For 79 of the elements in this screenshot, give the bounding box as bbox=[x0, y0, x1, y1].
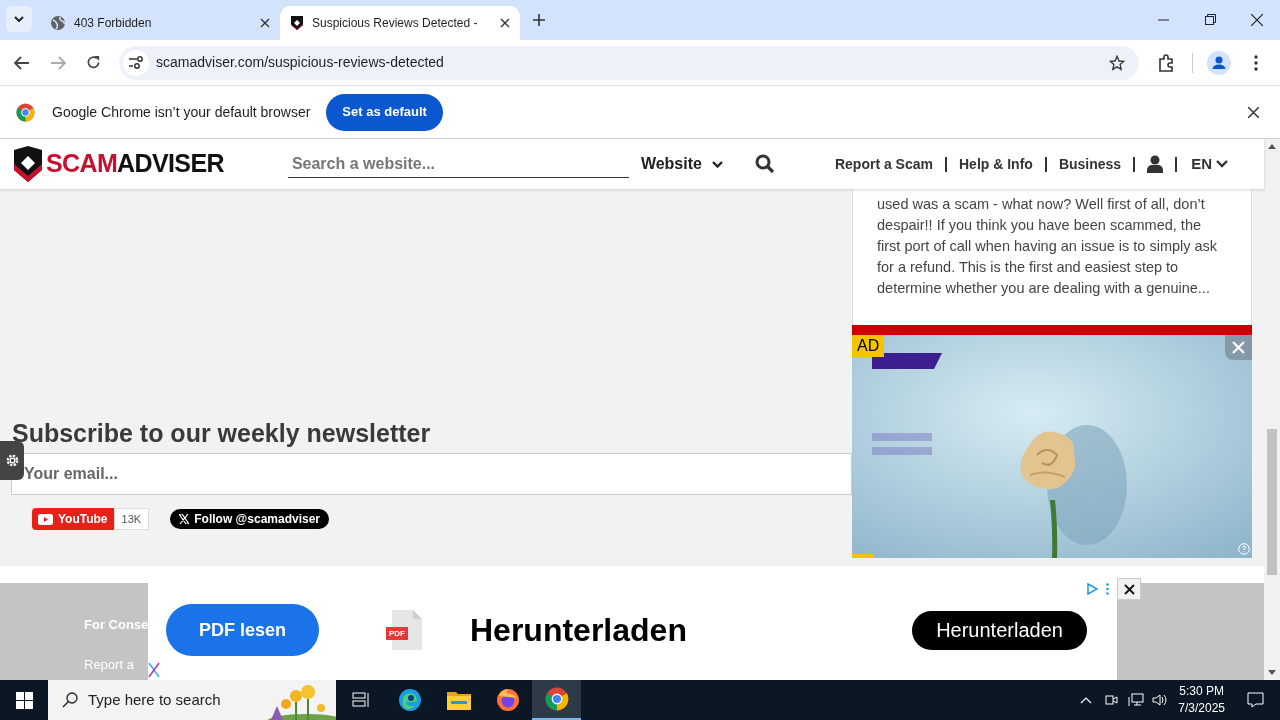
close-ad-button[interactable] bbox=[1225, 335, 1252, 360]
close-banner-button[interactable] bbox=[1117, 578, 1141, 600]
chrome-icon bbox=[544, 687, 569, 711]
download-button[interactable]: Herunterladen bbox=[912, 610, 1087, 650]
site-settings-icon[interactable] bbox=[128, 55, 144, 70]
profile-icon[interactable] bbox=[1207, 50, 1231, 75]
chevron-up-icon[interactable] bbox=[1080, 696, 1093, 704]
settings-tab[interactable] bbox=[0, 441, 24, 480]
scrollbar[interactable] bbox=[1264, 139, 1280, 680]
notifications-icon[interactable] bbox=[1247, 692, 1264, 708]
reload-icon[interactable] bbox=[86, 55, 101, 70]
shield-logo-icon bbox=[14, 146, 42, 182]
chevron-down-icon bbox=[1215, 160, 1228, 168]
back-icon[interactable] bbox=[14, 55, 30, 70]
restore-icon[interactable] bbox=[1205, 14, 1216, 25]
chevron-down-icon bbox=[711, 160, 723, 168]
edge-browser-icon bbox=[397, 688, 422, 712]
search-icon bbox=[62, 692, 78, 708]
address-bar[interactable]: scamadviser.com/suspicious-reviews-detected bbox=[119, 45, 1139, 80]
nav-link[interactable]: Business bbox=[1058, 153, 1122, 175]
scroll-down-icon[interactable] bbox=[1268, 670, 1276, 675]
forward-icon bbox=[50, 55, 66, 70]
tab-search-button[interactable] bbox=[6, 6, 32, 32]
task-view-icon bbox=[351, 692, 370, 708]
gear-icon bbox=[4, 453, 20, 468]
ad-headline: Herunterladen bbox=[470, 611, 687, 650]
adchoices-icon[interactable] bbox=[1087, 583, 1098, 595]
firefox-icon bbox=[495, 688, 520, 712]
bookmark-star-icon[interactable] bbox=[1109, 54, 1125, 71]
chrome-logo-icon bbox=[16, 102, 35, 122]
set-default-button[interactable]: Set as default bbox=[326, 93, 443, 131]
scroll-up-icon[interactable] bbox=[1268, 144, 1276, 149]
website-search-field[interactable]: Search a website... bbox=[287, 150, 629, 178]
close-tab-icon[interactable] bbox=[260, 18, 270, 28]
browser-tab[interactable]: 403 Forbidden bbox=[40, 6, 280, 40]
close-icon bbox=[1232, 341, 1245, 354]
network-icon[interactable] bbox=[1128, 693, 1145, 707]
play-icon bbox=[38, 513, 53, 525]
taskbar-app[interactable] bbox=[532, 680, 581, 720]
newsletter-heading: Subscribe to our weekly newsletter bbox=[12, 418, 431, 450]
more-options-icon[interactable] bbox=[1106, 583, 1109, 595]
scroll-thumb[interactable] bbox=[1267, 429, 1277, 575]
article-excerpt: used was a scam - what now? Well first of all, don’t despair!! If you think you have been scammed, the first port of call when having an issue is to simply ask for a refund. This is the first and easiest step to determine whether you are dealing with a genuine... bbox=[877, 195, 1219, 298]
url-text: scamadviser.com/suspicious-reviews-detected bbox=[156, 53, 444, 72]
x-mark-icon bbox=[148, 662, 160, 678]
youtube-subscribe-button[interactable]: YouTube bbox=[32, 508, 114, 530]
clock-time[interactable]: 5:30 PM bbox=[1179, 683, 1224, 700]
extensions-icon[interactable] bbox=[1158, 53, 1176, 72]
language-dropdown[interactable]: EN bbox=[1191, 152, 1228, 176]
infobar-message: Google Chrome isn’t your default browser bbox=[52, 102, 311, 122]
menu-icon[interactable] bbox=[1254, 54, 1258, 71]
shield-icon bbox=[290, 15, 304, 31]
chevron-down-icon bbox=[14, 16, 24, 22]
ad-label: AD bbox=[852, 335, 885, 357]
close-tab-icon[interactable] bbox=[500, 18, 510, 28]
clock-date[interactable]: 7/3/2025 bbox=[1178, 700, 1225, 717]
search-icon[interactable] bbox=[754, 154, 775, 174]
camera-icon[interactable] bbox=[1104, 693, 1119, 707]
folder-icon bbox=[446, 690, 471, 710]
nav-link[interactable]: Help & Info bbox=[959, 153, 1033, 175]
close-icon bbox=[1123, 583, 1135, 595]
close-icon[interactable] bbox=[1248, 106, 1259, 118]
footer-heading: For Conse bbox=[84, 616, 149, 634]
x-logo-icon bbox=[179, 514, 190, 524]
browser-tab[interactable]: Suspicious Reviews Detected - bbox=[280, 6, 520, 40]
subscriber-count: 13K bbox=[113, 508, 150, 530]
site-logo[interactable]: SCAMADVISER bbox=[46, 145, 224, 183]
pdf-read-button[interactable]: PDF lesen bbox=[166, 604, 319, 656]
globe-icon bbox=[50, 15, 66, 31]
nav-link[interactable]: Report a Scam bbox=[834, 153, 933, 175]
new-tab-icon[interactable] bbox=[532, 13, 546, 27]
user-icon[interactable] bbox=[1147, 155, 1164, 173]
search-type-dropdown[interactable]: Website bbox=[640, 152, 723, 176]
windows-logo-icon bbox=[15, 691, 33, 709]
close-window-icon[interactable] bbox=[1251, 14, 1263, 26]
email-field[interactable]: Your email... bbox=[11, 453, 852, 495]
follow-button[interactable]: Follow @scamadviser bbox=[170, 509, 330, 529]
volume-icon[interactable] bbox=[1152, 693, 1169, 707]
taskbar-search-field[interactable]: Type here to search bbox=[48, 680, 336, 720]
